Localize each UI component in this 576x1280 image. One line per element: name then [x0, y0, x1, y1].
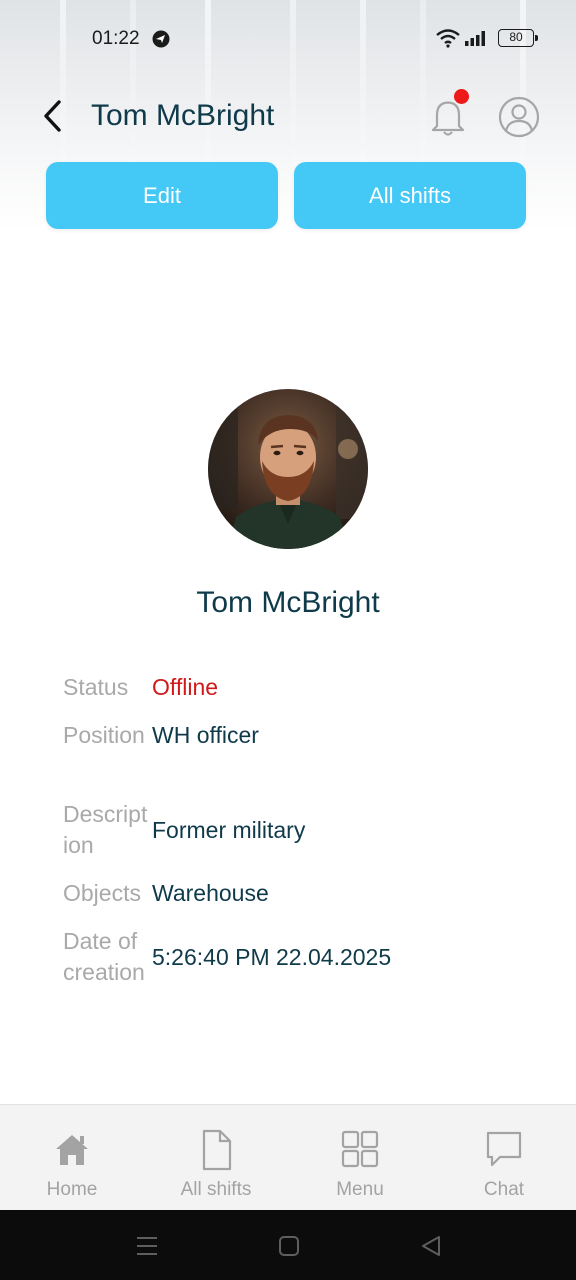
nav-all-shifts[interactable]: All shifts: [144, 1105, 288, 1211]
status-bar: 01:22 80: [0, 0, 576, 78]
system-navigation-bar: [0, 1210, 576, 1280]
detail-row-position: Position WH officer: [63, 720, 543, 751]
grid-icon: [341, 1130, 379, 1168]
detail-value: Former military: [152, 816, 306, 843]
status-time: 01:22: [92, 28, 140, 49]
detail-label: Date of creation: [63, 928, 145, 985]
detail-label: Objects: [63, 880, 141, 906]
notification-badge: [454, 89, 469, 104]
detail-row-status: Status Offline: [63, 672, 543, 703]
nav-menu-label: Menu: [336, 1179, 384, 1200]
status-value: Offline: [152, 674, 219, 700]
nav-menu[interactable]: Menu: [288, 1105, 432, 1211]
chat-icon: [486, 1131, 522, 1167]
home-icon: [56, 1135, 88, 1165]
all-shifts-button[interactable]: All shifts: [294, 162, 526, 229]
detail-label: Status: [63, 674, 129, 700]
detail-row-objects: Objects Warehouse: [63, 878, 543, 909]
back-arrow-icon: [44, 100, 61, 132]
detail-value: WH officer: [152, 722, 259, 748]
nav-chat-label: Chat: [483, 1179, 525, 1200]
back-button-icon[interactable]: [417, 1232, 445, 1260]
back-button[interactable]: [36, 96, 68, 136]
signal-icon: [465, 31, 485, 46]
home-button-icon[interactable]: [275, 1232, 303, 1260]
detail-label: Position: [63, 722, 145, 748]
document-icon: [202, 1129, 232, 1171]
navigation-icon: [152, 30, 170, 48]
nav-all-shifts-label: All shifts: [180, 1179, 252, 1200]
detail-row-description: Description Former military: [63, 799, 543, 861]
nav-home[interactable]: Home: [0, 1105, 144, 1211]
recent-apps-icon[interactable]: [133, 1232, 161, 1260]
edit-button[interactable]: Edit: [46, 162, 278, 229]
avatar: [208, 389, 368, 549]
battery-indicator: 80: [498, 29, 538, 47]
detail-row-date-of-creation: Date of creation 5:26:40 PM 22.04.2025: [63, 926, 543, 988]
nav-home-label: Home: [46, 1179, 98, 1200]
profile-name: Tom McBright: [196, 586, 380, 619]
nav-chat[interactable]: Chat: [432, 1105, 576, 1211]
user-icon: [498, 96, 540, 138]
detail-label: Description: [63, 801, 148, 858]
bottom-navigation: Home All shifts Menu Chat: [0, 1104, 576, 1210]
wifi-icon: [436, 29, 460, 48]
profile-button[interactable]: [498, 96, 540, 138]
page-title: Tom McBright: [91, 99, 275, 132]
detail-value: Warehouse: [152, 880, 269, 906]
detail-value: 5:26:40 PM 22.04.2025: [152, 943, 392, 970]
